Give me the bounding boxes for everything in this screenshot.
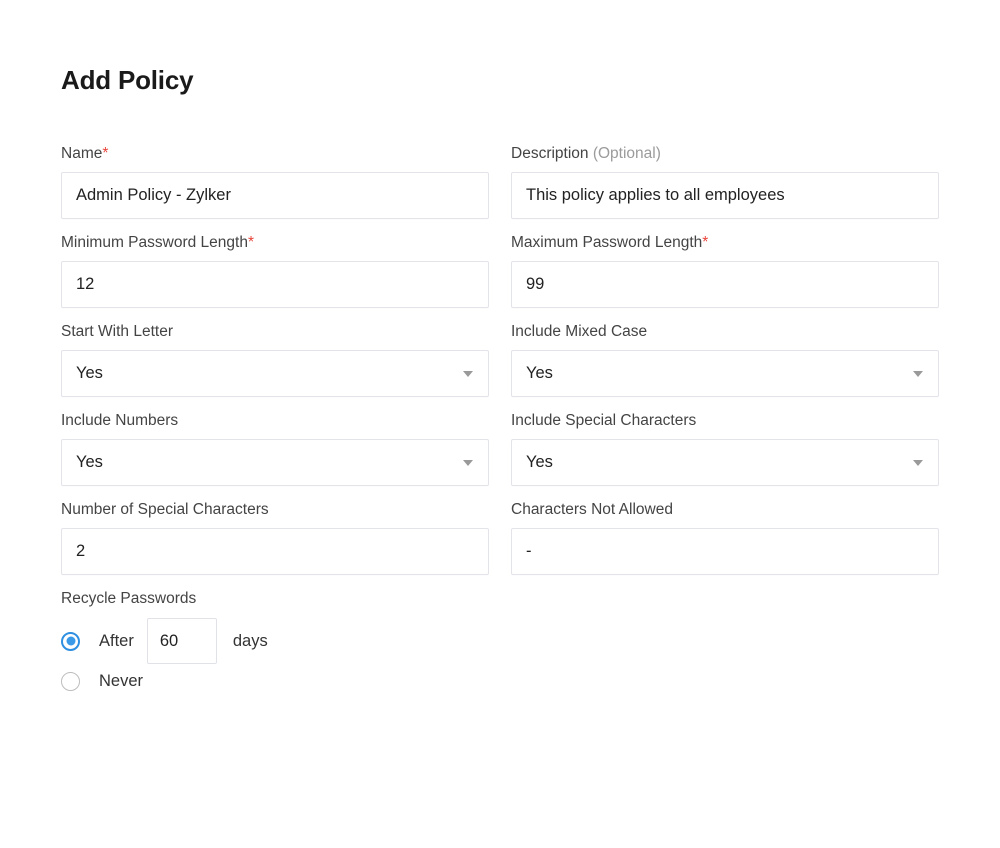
radio-option-never-label: Never bbox=[99, 672, 143, 691]
select-include-mixed-case[interactable]: Yes bbox=[511, 350, 939, 397]
required-asterisk: * bbox=[702, 234, 708, 251]
form-row-name-description: Name* Admin Policy - Zylker Description … bbox=[61, 144, 940, 219]
label-start-with-letter: Start With Letter bbox=[61, 322, 489, 350]
required-asterisk: * bbox=[102, 145, 108, 162]
label-min-password-length-text: Minimum Password Length bbox=[61, 234, 248, 251]
input-description[interactable]: This policy applies to all employees bbox=[511, 172, 939, 219]
radio-option-after-label: After bbox=[99, 632, 134, 651]
label-recycle-passwords: Recycle Passwords bbox=[61, 589, 940, 619]
input-name[interactable]: Admin Policy - Zylker bbox=[61, 172, 489, 219]
form-row-password-length: Minimum Password Length* 12 Maximum Pass… bbox=[61, 233, 940, 308]
label-min-password-length: Minimum Password Length* bbox=[61, 233, 489, 261]
field-group-start-with-letter: Start With Letter Yes bbox=[61, 322, 489, 397]
page-title: Add Policy bbox=[61, 63, 193, 97]
select-start-with-letter-value: Yes bbox=[76, 364, 103, 383]
field-group-number-of-special-characters: Number of Special Characters 2 bbox=[61, 500, 489, 575]
label-max-password-length-text: Maximum Password Length bbox=[511, 234, 702, 251]
input-number-of-special-characters-value: 2 bbox=[76, 542, 85, 561]
select-start-with-letter[interactable]: Yes bbox=[61, 350, 489, 397]
form-row-specialchar-count-notallowed: Number of Special Characters 2 Character… bbox=[61, 500, 940, 575]
row-spacer bbox=[61, 308, 940, 322]
required-asterisk: * bbox=[248, 234, 254, 251]
input-description-value: This policy applies to all employees bbox=[526, 186, 785, 205]
field-group-include-special-characters: Include Special Characters Yes bbox=[511, 411, 939, 486]
label-description-text: Description bbox=[511, 145, 589, 162]
row-spacer bbox=[61, 397, 940, 411]
radio-selected-icon[interactable] bbox=[61, 632, 80, 651]
input-recycle-days[interactable]: 60 bbox=[147, 618, 217, 664]
label-include-special-characters: Include Special Characters bbox=[511, 411, 939, 439]
label-name: Name* bbox=[61, 144, 489, 172]
field-group-include-mixed-case: Include Mixed Case Yes bbox=[511, 322, 939, 397]
input-min-password-length-value: 12 bbox=[76, 275, 94, 294]
field-group-description: Description (Optional) This policy appli… bbox=[511, 144, 939, 219]
label-name-text: Name bbox=[61, 145, 102, 162]
optional-note: (Optional) bbox=[593, 145, 661, 162]
select-include-special-characters-value: Yes bbox=[526, 453, 553, 472]
radio-option-never[interactable]: Never bbox=[61, 663, 940, 699]
input-max-password-length[interactable]: 99 bbox=[511, 261, 939, 308]
select-include-mixed-case-value: Yes bbox=[526, 364, 553, 383]
form-row-numbers-specialchars: Include Numbers Yes Include Special Char… bbox=[61, 411, 940, 486]
recycle-days-suffix: days bbox=[233, 632, 268, 651]
label-description: Description (Optional) bbox=[511, 144, 939, 172]
label-include-numbers: Include Numbers bbox=[61, 411, 489, 439]
chevron-down-icon bbox=[913, 371, 923, 377]
chevron-down-icon bbox=[463, 460, 473, 466]
input-max-password-length-value: 99 bbox=[526, 275, 544, 294]
field-group-include-numbers: Include Numbers Yes bbox=[61, 411, 489, 486]
field-group-name: Name* Admin Policy - Zylker bbox=[61, 144, 489, 219]
field-group-min-password-length: Minimum Password Length* 12 bbox=[61, 233, 489, 308]
row-spacer bbox=[61, 486, 940, 500]
add-policy-page: Add Policy Name* Admin Policy - Zylker D… bbox=[0, 0, 1000, 848]
policy-form: Name* Admin Policy - Zylker Description … bbox=[61, 144, 940, 699]
radio-unselected-icon[interactable] bbox=[61, 672, 80, 691]
form-row-letter-mixedcase: Start With Letter Yes Include Mixed Case… bbox=[61, 322, 940, 397]
select-include-special-characters[interactable]: Yes bbox=[511, 439, 939, 486]
input-recycle-days-value: 60 bbox=[160, 632, 178, 651]
input-min-password-length[interactable]: 12 bbox=[61, 261, 489, 308]
recycle-passwords-group: Recycle Passwords After 60 days Never bbox=[61, 589, 940, 699]
label-max-password-length: Maximum Password Length* bbox=[511, 233, 939, 261]
label-include-mixed-case: Include Mixed Case bbox=[511, 322, 939, 350]
input-characters-not-allowed[interactable]: - bbox=[511, 528, 939, 575]
chevron-down-icon bbox=[913, 460, 923, 466]
input-number-of-special-characters[interactable]: 2 bbox=[61, 528, 489, 575]
select-include-numbers-value: Yes bbox=[76, 453, 103, 472]
chevron-down-icon bbox=[463, 371, 473, 377]
input-name-value: Admin Policy - Zylker bbox=[76, 186, 231, 205]
select-include-numbers[interactable]: Yes bbox=[61, 439, 489, 486]
radio-option-after[interactable]: After 60 days bbox=[61, 619, 940, 663]
row-spacer bbox=[61, 219, 940, 233]
label-number-of-special-characters: Number of Special Characters bbox=[61, 500, 489, 528]
label-characters-not-allowed: Characters Not Allowed bbox=[511, 500, 939, 528]
field-group-max-password-length: Maximum Password Length* 99 bbox=[511, 233, 939, 308]
field-group-characters-not-allowed: Characters Not Allowed - bbox=[511, 500, 939, 575]
input-characters-not-allowed-value: - bbox=[526, 542, 532, 561]
